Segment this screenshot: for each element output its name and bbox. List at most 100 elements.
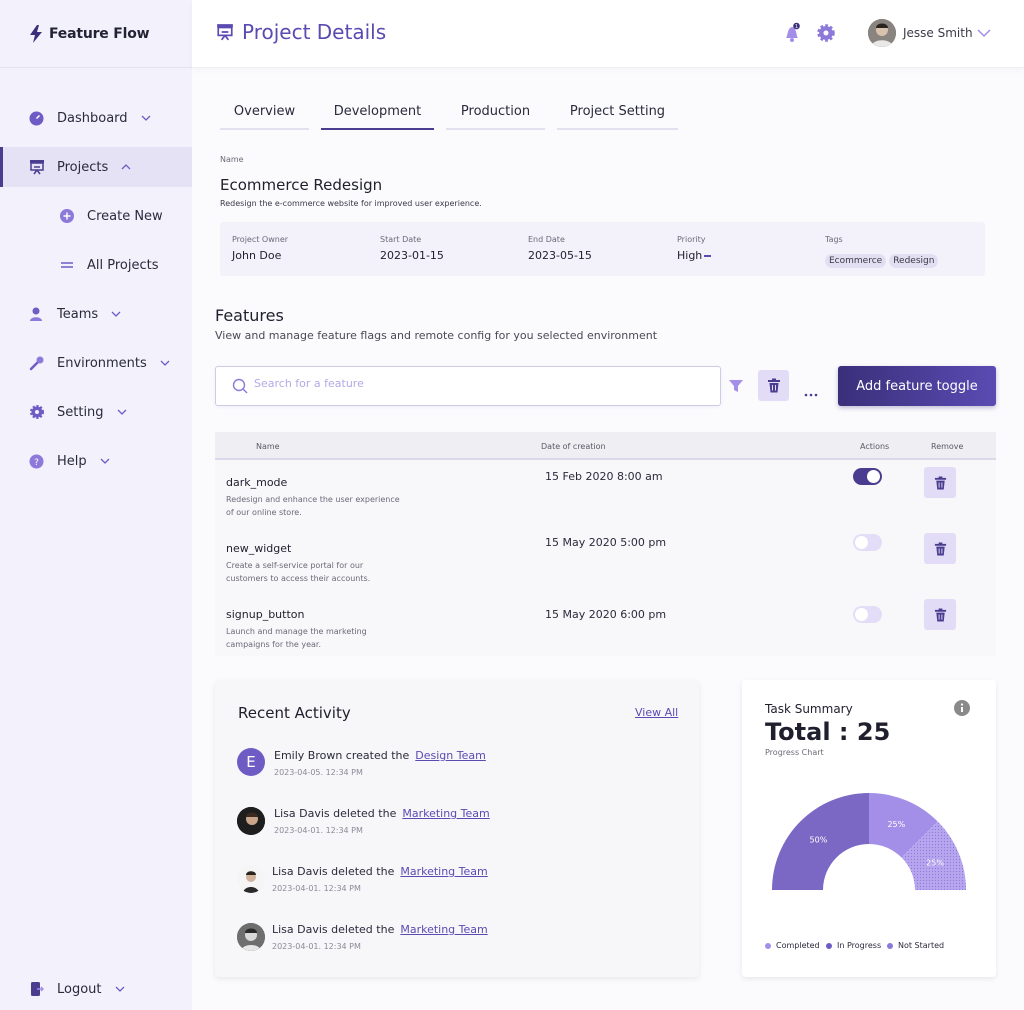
sidebar-item-label: Environments bbox=[57, 355, 147, 371]
sidebar-item-setting[interactable]: Setting bbox=[0, 392, 192, 432]
tab-overview[interactable]: Overview bbox=[220, 94, 309, 130]
user-name[interactable]: Jesse Smith bbox=[903, 26, 973, 40]
filter-button[interactable] bbox=[728, 378, 744, 397]
notification-button[interactable]: 1 bbox=[782, 22, 804, 48]
feature-toggle[interactable] bbox=[853, 534, 882, 551]
feature-description-line: of our online store. bbox=[226, 508, 302, 517]
tab-project-setting[interactable]: Project Setting bbox=[557, 94, 678, 130]
sidebar-item-all-projects[interactable]: All Projects bbox=[0, 245, 192, 285]
user-avatar[interactable] bbox=[868, 19, 896, 47]
features-subtitle: View and manage feature flags and remote… bbox=[215, 329, 658, 342]
chevron-down-icon bbox=[117, 409, 127, 415]
activity-message: Lisa Davis deleted the bbox=[272, 865, 395, 878]
tag[interactable]: Ecommerce bbox=[825, 254, 887, 268]
sidebar-item-label: Create New bbox=[87, 208, 163, 224]
avatar: E bbox=[237, 748, 265, 776]
chart-slice-label: 25% bbox=[887, 820, 905, 829]
activity-text: Lisa Davis deleted the Marketing Team bbox=[272, 865, 488, 878]
feature-toggle[interactable] bbox=[853, 468, 882, 485]
project-name: Ecommerce Redesign bbox=[220, 176, 383, 194]
end-date-value: 2023-05-15 bbox=[528, 249, 592, 262]
column-header-remove: Remove bbox=[931, 442, 964, 451]
activity-time: 2023-04-01. 12:34 PM bbox=[272, 942, 361, 951]
toggle-knob bbox=[855, 536, 868, 549]
dashboard-icon bbox=[28, 110, 45, 127]
owner-label: Project Owner bbox=[232, 235, 289, 244]
tag[interactable]: Redesign bbox=[889, 254, 939, 268]
priority-row: High bbox=[677, 249, 712, 262]
bulk-delete-button[interactable] bbox=[758, 370, 789, 401]
activity-link[interactable]: Marketing Team bbox=[400, 923, 487, 936]
activity-link[interactable]: Marketing Team bbox=[400, 865, 487, 878]
search-icon bbox=[232, 378, 248, 394]
chart-slice-label: 50% bbox=[810, 835, 828, 844]
chevron-down-icon bbox=[115, 986, 124, 992]
sidebar-item-label: Dashboard bbox=[57, 110, 128, 126]
chevron-down-icon bbox=[111, 311, 121, 317]
sidebar-item-create-new[interactable]: Create New bbox=[0, 196, 192, 236]
toggle-knob bbox=[867, 470, 880, 483]
table-row[interactable]: signup_button Launch and manage the mark… bbox=[215, 594, 996, 660]
trash-icon bbox=[934, 608, 946, 621]
feature-toggle[interactable] bbox=[853, 606, 882, 623]
project-info-panel: Project Owner John Doe Start Date 2023-0… bbox=[220, 222, 985, 276]
lightning-icon bbox=[30, 24, 42, 43]
legend-dot bbox=[765, 942, 771, 949]
help-icon: ? bbox=[28, 453, 45, 470]
owner-field: Project Owner John Doe bbox=[232, 235, 288, 262]
activity-message: Lisa Davis deleted the bbox=[272, 923, 395, 936]
feature-description-line: customers to access their accounts. bbox=[226, 574, 371, 583]
gear-icon bbox=[817, 24, 835, 42]
remove-button[interactable] bbox=[924, 599, 956, 630]
app-name: Feature Flow bbox=[49, 25, 150, 42]
legend-label: Not Started bbox=[898, 941, 945, 950]
activity-text: Lisa Davis deleted the Marketing Team bbox=[274, 807, 490, 820]
end-date-field: End Date 2023-05-15 bbox=[528, 235, 592, 262]
feature-name: signup_button bbox=[226, 608, 305, 621]
activity-link[interactable]: Design Team bbox=[415, 749, 486, 762]
more-icon bbox=[804, 393, 818, 397]
remove-button[interactable] bbox=[924, 533, 956, 564]
sidebar-item-help[interactable]: ? Help bbox=[0, 441, 192, 481]
sidebar-item-environments[interactable]: Environments bbox=[0, 343, 192, 383]
add-feature-toggle-button[interactable]: Add feature toggle bbox=[838, 366, 996, 406]
tab-development[interactable]: Development bbox=[321, 94, 434, 130]
feature-name: dark_mode bbox=[226, 476, 288, 489]
feature-name: new_widget bbox=[226, 542, 292, 555]
sidebar-item-dashboard[interactable]: Dashboard bbox=[0, 98, 192, 138]
bell-icon: 1 bbox=[786, 22, 800, 42]
filter-icon bbox=[729, 380, 743, 392]
project-description: Redesign the e-commerce website for impr… bbox=[220, 199, 482, 208]
table-row[interactable]: dark_mode Redesign and enhance the user … bbox=[215, 462, 996, 528]
legend-in-progress: In Progress bbox=[826, 941, 881, 950]
brand[interactable]: Feature Flow bbox=[0, 0, 192, 68]
activity-text: Emily Brown created the Design Team bbox=[274, 749, 486, 762]
feature-date: 15 May 2020 5:00 pm bbox=[545, 536, 667, 549]
sidebar-item-projects[interactable]: Projects bbox=[0, 147, 192, 187]
start-date-value: 2023-01-15 bbox=[380, 249, 444, 262]
chevron-down-icon[interactable] bbox=[976, 27, 992, 39]
tags-label: Tags bbox=[825, 235, 843, 244]
name-label: Name bbox=[220, 155, 244, 164]
presentation-icon bbox=[217, 24, 233, 41]
tab-production[interactable]: Production bbox=[446, 94, 545, 130]
notification-count: 1 bbox=[795, 24, 798, 30]
settings-button[interactable] bbox=[816, 23, 836, 47]
activity-message: Lisa Davis deleted the bbox=[274, 807, 397, 820]
view-all-link[interactable]: View All bbox=[635, 706, 678, 719]
sidebar-item-logout[interactable]: Logout bbox=[0, 969, 192, 1009]
legend-label: In Progress bbox=[837, 941, 882, 950]
sidebar-item-teams[interactable]: Teams bbox=[0, 294, 192, 334]
column-header-date[interactable]: Date of creation bbox=[541, 442, 606, 451]
remove-button[interactable] bbox=[924, 467, 956, 498]
features-title: Features bbox=[215, 306, 284, 325]
search-input[interactable] bbox=[254, 377, 694, 390]
priority-field: Priority High bbox=[677, 235, 712, 262]
info-icon[interactable] bbox=[954, 700, 970, 716]
activity-link[interactable]: Marketing Team bbox=[402, 807, 489, 820]
column-header-name[interactable]: Name bbox=[256, 442, 280, 451]
table-row[interactable]: new_widget Create a self-service portal … bbox=[215, 528, 996, 594]
priority-label: Priority bbox=[677, 235, 706, 244]
more-options-button[interactable] bbox=[804, 383, 818, 402]
activity-text: Lisa Davis deleted the Marketing Team bbox=[272, 923, 488, 936]
